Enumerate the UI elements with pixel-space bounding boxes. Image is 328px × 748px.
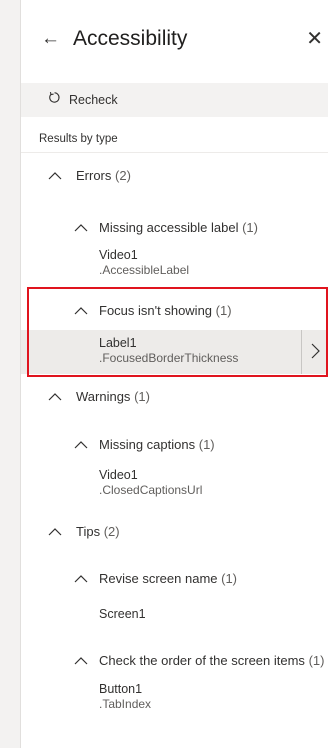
panel-title: Accessibility (73, 27, 188, 50)
chevron-up-icon (74, 441, 88, 449)
subgroup-missing-captions[interactable]: Missing captions (1) (21, 436, 328, 456)
result-item-label1-focusedborderthickness[interactable]: Label1 .FocusedBorderThickness (21, 330, 328, 374)
group-errors-label: Errors (76, 168, 112, 183)
item-control-name: Label1 (99, 336, 137, 350)
item-property-name: .AccessibleLabel (99, 263, 190, 277)
subgroup-order-label: Check the order of the screen items (99, 653, 305, 668)
chevron-up-icon (74, 657, 88, 665)
go-to-item-button[interactable] (301, 330, 328, 374)
item-property-name: .FocusedBorderThickness (99, 351, 239, 365)
subgroup-focus-text: Focus isn't showing (1) (99, 302, 232, 320)
divider (21, 152, 328, 153)
result-item-screen1[interactable]: Screen1 (21, 605, 328, 627)
group-tips-text: Tips (2) (76, 523, 120, 541)
panel-header: ← Accessibility ✕ (21, 0, 328, 78)
item-property-name: .ClosedCaptionsUrl (99, 483, 203, 497)
accessibility-panel: ← Accessibility ✕ Recheck Results by typ… (20, 0, 328, 748)
back-arrow-icon[interactable]: ← (41, 27, 60, 51)
result-item-video1-accessiblelabel[interactable]: Video1 .AccessibleLabel (21, 246, 328, 280)
group-errors[interactable]: Errors (2) (21, 167, 328, 187)
item-control-name: Video1 (99, 248, 138, 262)
subgroup-missing-accessible-label[interactable]: Missing accessible label (1) (21, 219, 328, 239)
subgroup-order-count: (1) (308, 653, 325, 668)
item-property-name: .TabIndex (99, 697, 152, 711)
subgroup-screen-name-count: (1) (221, 571, 238, 586)
subgroup-captions-label: Missing captions (99, 437, 196, 452)
chevron-up-icon (74, 224, 88, 232)
subgroup-captions-count: (1) (198, 437, 215, 452)
subgroup-focus-count: (1) (215, 303, 232, 318)
subgroup-screen-name-label: Revise screen name (99, 571, 218, 586)
chevron-up-icon (48, 528, 62, 536)
group-errors-count: (2) (115, 168, 131, 183)
subgroup-screen-name-text: Revise screen name (1) (99, 570, 237, 588)
chevron-up-icon (48, 172, 62, 180)
group-tips-label: Tips (76, 524, 101, 539)
group-warnings-label: Warnings (76, 389, 131, 404)
subgroup-check-order[interactable]: Check the order of the screen items (1) (21, 652, 328, 672)
subgroup-missing-label-label: Missing accessible label (99, 220, 239, 235)
recheck-label: Recheck (69, 93, 118, 107)
close-icon[interactable]: ✕ (306, 27, 323, 51)
result-item-button1-tabindex[interactable]: Button1 .TabIndex (21, 680, 328, 714)
item-control-name: Video1 (99, 468, 138, 482)
results-by-type-label: Results by type (39, 133, 118, 145)
result-item-video1-closedcaptionsurl[interactable]: Video1 .ClosedCaptionsUrl (21, 466, 328, 500)
group-warnings-count: (1) (134, 389, 150, 404)
subgroup-missing-label-text: Missing accessible label (1) (99, 219, 258, 237)
chevron-up-icon (74, 307, 88, 315)
group-warnings[interactable]: Warnings (1) (21, 388, 328, 408)
subgroup-captions-text: Missing captions (1) (99, 436, 215, 454)
subgroup-focus-not-showing[interactable]: Focus isn't showing (1) (21, 302, 328, 322)
chevron-up-icon (48, 393, 62, 401)
item-control-name: Screen1 (99, 607, 146, 621)
chevron-up-icon (74, 575, 88, 583)
group-tips[interactable]: Tips (2) (21, 523, 328, 543)
subgroup-missing-label-count: (1) (242, 220, 258, 235)
chevron-right-icon (311, 343, 320, 359)
recheck-button[interactable]: Recheck (21, 83, 328, 117)
item-control-name: Button1 (99, 682, 143, 696)
refresh-icon (49, 91, 60, 103)
group-warnings-text: Warnings (1) (76, 388, 150, 406)
subgroup-order-text: Check the order of the screen items (1) (99, 652, 324, 670)
app-frame: ← Accessibility ✕ Recheck Results by typ… (0, 0, 328, 748)
subgroup-focus-label: Focus isn't showing (99, 303, 213, 318)
subgroup-revise-screen-name[interactable]: Revise screen name (1) (21, 570, 328, 590)
group-tips-count: (2) (103, 524, 120, 539)
group-errors-text: Errors (2) (76, 167, 131, 185)
